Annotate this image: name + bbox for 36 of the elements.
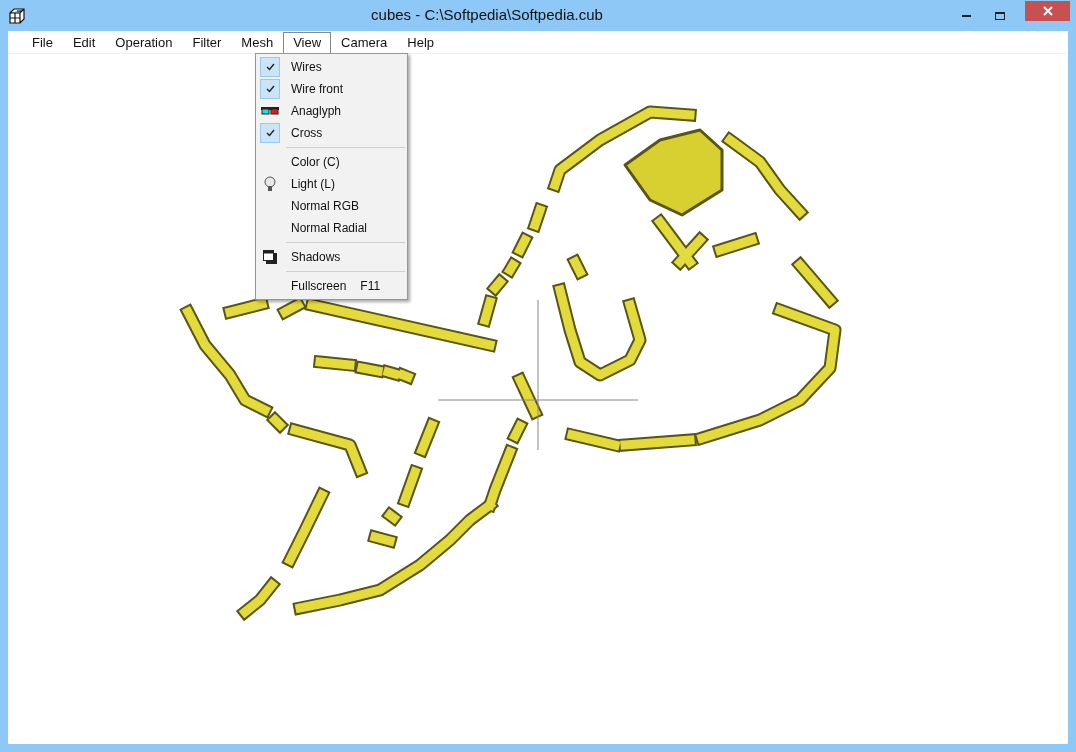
menu-item[interactable]: Filter	[182, 32, 232, 53]
menu-item[interactable]: Camera	[331, 32, 398, 53]
cube-app-icon	[9, 7, 25, 24]
menu-entry[interactable]: Cross	[256, 122, 407, 144]
menu-entry-label: Normal RGB	[291, 198, 359, 215]
menu-entry[interactable]: Fullscreen F11	[256, 275, 407, 297]
menu-item[interactable]: Edit	[62, 32, 106, 53]
menu-entry-label: Anaglyph	[291, 103, 342, 120]
menu-item[interactable]: View	[283, 32, 332, 53]
menu-entry-label: Color (C)	[291, 154, 340, 171]
menu-entry[interactable]: Color (C)	[256, 151, 407, 173]
close-button[interactable]	[1025, 1, 1070, 21]
menu-item[interactable]: Help	[397, 32, 445, 53]
menu-entry[interactable]: Anaglyph	[256, 100, 407, 122]
menu-item[interactable]: Operation	[105, 32, 183, 53]
3d-glasses-icon	[261, 107, 279, 115]
menu-entry-label: Light (L)	[291, 176, 336, 193]
menu-item[interactable]: File	[22, 32, 63, 53]
menu-entry[interactable]: Shadows	[256, 246, 407, 268]
close-icon	[1042, 6, 1053, 16]
menu-item[interactable]: Mesh	[231, 32, 284, 53]
shortcut-label: F11	[360, 278, 381, 295]
light-bulb-icon	[264, 176, 276, 192]
menu-entry-label: Fullscreen	[291, 278, 347, 295]
menu-entry-label: Wires	[291, 59, 322, 76]
menu-entry[interactable]: Light (L)	[256, 173, 407, 195]
menu-entry-label: Shadows	[291, 249, 341, 266]
window-shadow-icon	[263, 250, 277, 264]
window-title: cubes - C:\Softpedia\Softpedia.cub	[371, 5, 603, 26]
menu-entry[interactable]: Wire front	[256, 78, 407, 100]
menu-entry[interactable]: Normal RGB	[256, 195, 407, 217]
menu-entry-label: Normal Radial	[291, 220, 368, 237]
menu-entry[interactable]: Normal Radial	[256, 217, 407, 239]
menu-entry-label: Cross	[291, 125, 323, 142]
menu-entry[interactable]: Wires	[256, 56, 407, 78]
menu-entry-label: Wire front	[291, 81, 343, 98]
